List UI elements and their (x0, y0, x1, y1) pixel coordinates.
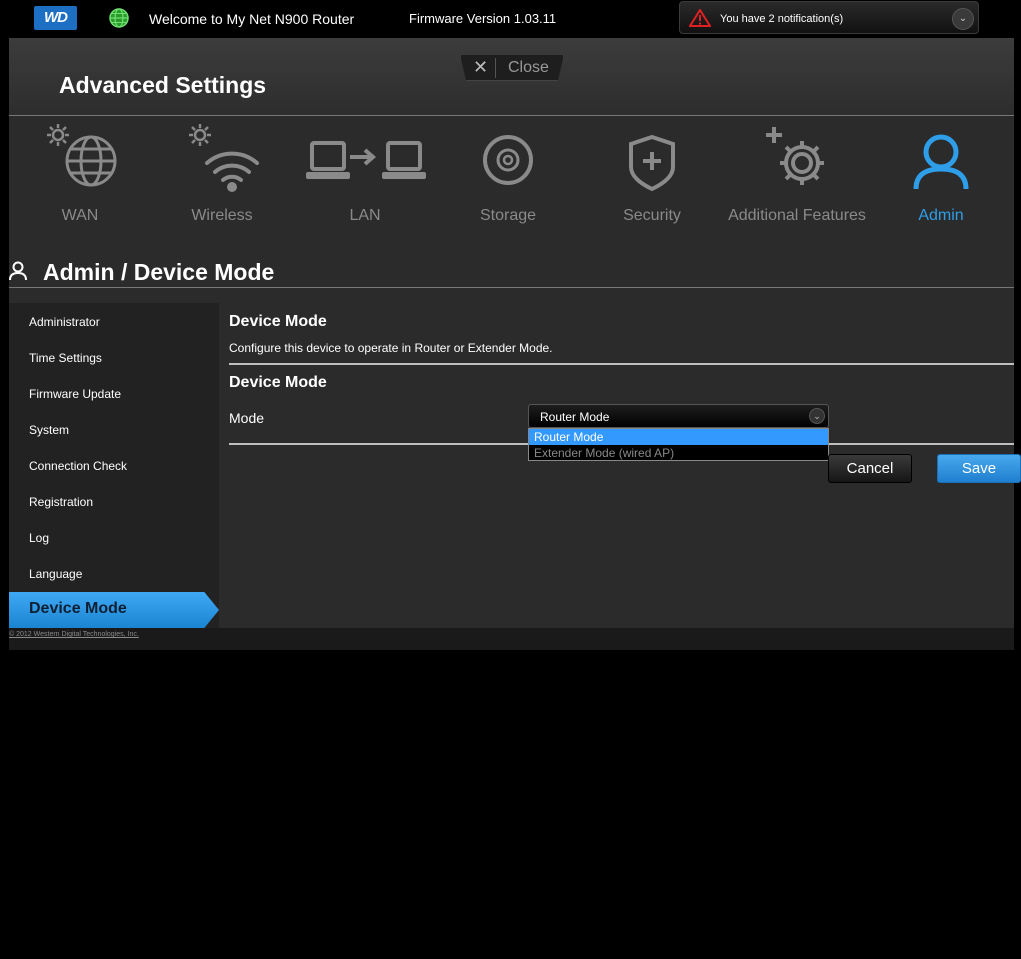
save-button[interactable]: Save (937, 454, 1021, 483)
sidebar-item-system[interactable]: System (29, 423, 69, 437)
chevron-down-icon: ⌄ (809, 408, 825, 424)
mode-label: Mode (229, 410, 265, 426)
nav-label-additional-features: Additional Features (728, 207, 866, 224)
advanced-settings-panel: Advanced Settings ✕ Close WAN Wireless L… (9, 38, 1021, 650)
sidebar-item-label: Device Mode (29, 600, 127, 617)
chevron-down-icon[interactable]: ⌄ (952, 8, 974, 30)
nav-label-lan: LAN (349, 207, 381, 224)
firmware-version: Firmware Version 1.03.11 (409, 11, 557, 26)
sidebar-item-connection-check[interactable]: Connection Check (29, 459, 127, 473)
mode-select[interactable]: Router Mode ⌄ (528, 404, 829, 428)
warning-icon (689, 9, 711, 27)
notification-text: You have 2 notification(s) (720, 13, 844, 25)
section-description: Configure this device to operate in Rout… (229, 341, 553, 355)
welcome-text: Welcome to My Net N900 Router (149, 11, 355, 27)
sidebar-item-language[interactable]: Language (29, 567, 82, 581)
option-router-mode[interactable]: Router Mode (529, 429, 828, 445)
nav-label-wan: WAN (61, 207, 99, 224)
sidebar-item-firmware-update[interactable]: Firmware Update (29, 387, 121, 401)
sidebar-item-time-settings[interactable]: Time Settings (29, 351, 102, 365)
close-button[interactable]: ✕ Close (460, 55, 564, 81)
footer: © 2012 Western Digital Technologies, Inc… (9, 628, 1014, 650)
person-icon (9, 261, 27, 281)
subsection-heading: Device Mode (229, 374, 327, 391)
nav-item-lan[interactable]: LAN (295, 117, 435, 255)
panel-header: Advanced Settings ✕ Close (9, 38, 1014, 116)
close-label: Close (508, 59, 549, 76)
mode-select-value: Router Mode (540, 410, 610, 424)
sidebar-item-administrator[interactable]: Administrator (29, 315, 100, 329)
page-title: Admin / Device Mode (43, 259, 275, 285)
page-title-row: Admin / Device Mode (9, 255, 1014, 288)
nav-item-security[interactable]: Security (582, 117, 722, 255)
nav-item-wireless[interactable]: Wireless (152, 117, 292, 255)
option-extender-mode[interactable]: Extender Mode (wired AP) (529, 445, 828, 461)
notification-bar[interactable]: You have 2 notification(s) ⌄ (679, 1, 979, 34)
nav-item-storage[interactable]: Storage (438, 117, 578, 255)
sidebar: Administrator Time Settings Firmware Upd… (9, 303, 219, 628)
mode-dropdown-list: Router Mode Extender Mode (wired AP) (528, 428, 829, 461)
panel-title: Advanced Settings (59, 72, 267, 98)
globe-icon (47, 124, 117, 187)
nav-label-wireless: Wireless (191, 207, 253, 224)
divider (495, 58, 496, 78)
globe-icon (109, 8, 129, 28)
sidebar-item-registration[interactable]: Registration (29, 495, 93, 509)
wd-logo: WD (34, 6, 77, 30)
nav-item-admin[interactable]: Admin (871, 117, 1011, 255)
gears-icon (766, 127, 824, 185)
section-heading: Device Mode (229, 313, 327, 330)
nav-item-additional-features[interactable]: Additional Features (727, 117, 867, 255)
category-nav: WAN Wireless LAN Storage Security Additi… (9, 117, 1014, 255)
nav-item-wan[interactable]: WAN (10, 117, 150, 255)
close-icon: ✕ (473, 57, 489, 77)
nav-label-security: Security (623, 207, 681, 224)
disc-icon (483, 135, 533, 185)
sidebar-item-device-mode[interactable]: Device Mode (9, 592, 219, 628)
sidebar-item-log[interactable]: Log (29, 531, 49, 545)
wifi-icon (189, 124, 259, 192)
nav-label-storage: Storage (479, 207, 537, 224)
person-icon (913, 134, 969, 190)
copyright-link[interactable]: © 2012 Western Digital Technologies, Inc… (9, 631, 139, 638)
nav-label-admin: Admin (918, 207, 964, 224)
cancel-button[interactable]: Cancel (828, 454, 912, 483)
shield-icon (629, 134, 675, 192)
content-area: Device Mode Configure this device to ope… (219, 303, 1021, 628)
divider (229, 363, 1014, 365)
lan-icon (306, 141, 426, 179)
top-bar: WD Welcome to My Net N900 Router Firmwar… (0, 0, 1021, 38)
